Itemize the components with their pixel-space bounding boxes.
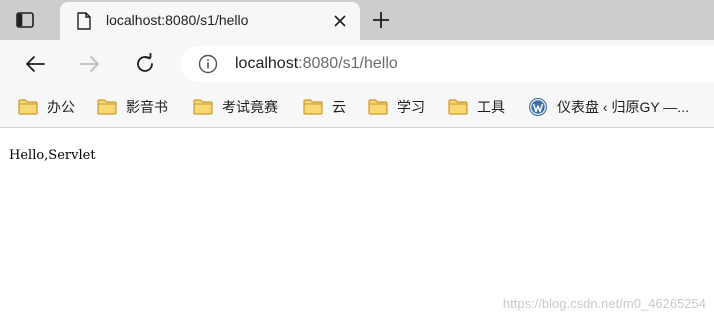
close-tab-icon[interactable] [332, 13, 348, 29]
bookmark-label: 学习 [397, 99, 425, 115]
bookmark-label: 云 [332, 99, 346, 115]
bookmark-label: 影音书 [126, 99, 168, 115]
url-path: :8080/s1/hello [298, 55, 398, 72]
bookmark-folder-study[interactable]: 学习 [368, 96, 425, 118]
navigation-toolbar: localhost:8080/s1/hello [0, 40, 714, 88]
bookmark-label: 办公 [47, 99, 75, 115]
bookmark-folder-exams[interactable]: 考试竟赛 [193, 96, 278, 118]
bookmark-dashboard[interactable]: 仪表盘 ‹ 归原GY —... [528, 96, 689, 118]
watermark-text: https://blog.csdn.net/m0_46265254 [502, 296, 706, 311]
folder-icon [18, 99, 38, 115]
folder-icon [303, 99, 323, 115]
tab-title: localhost:8080/s1/hello [106, 12, 249, 28]
folder-icon [193, 99, 213, 115]
bookmark-folder-tools[interactable]: 工具 [448, 96, 505, 118]
forward-icon[interactable] [77, 51, 103, 77]
bookmark-folder-cloud[interactable]: 云 [303, 96, 346, 118]
bookmark-folder-office[interactable]: 办公 [18, 96, 75, 118]
bookmark-label: 仪表盘 ‹ 归原GY —... [557, 99, 689, 115]
refresh-icon[interactable] [132, 51, 158, 77]
tab-strip: localhost:8080/s1/hello [0, 0, 714, 40]
bookmarks-bar: 办公 影音书 考试竟赛 云 学习 工具 仪表盘 ‹ 归原GY —... [0, 88, 714, 128]
page-content: Hello,Servlet https://blog.csdn.net/m0_4… [0, 129, 714, 321]
bookmark-label: 工具 [477, 99, 505, 115]
wordpress-icon [528, 97, 548, 117]
info-icon[interactable] [198, 54, 218, 74]
page-icon [76, 12, 92, 30]
folder-icon [368, 99, 388, 115]
url-text[interactable]: localhost:8080/s1/hello [235, 55, 398, 73]
address-bar[interactable]: localhost:8080/s1/hello [180, 46, 714, 82]
active-tab[interactable]: localhost:8080/s1/hello [60, 2, 360, 40]
bookmark-folder-media[interactable]: 影音书 [97, 96, 168, 118]
back-icon[interactable] [22, 51, 48, 77]
tab-actions-icon[interactable] [14, 9, 36, 31]
bookmark-label: 考试竟赛 [222, 99, 278, 115]
page-body-text: Hello,Servlet [9, 148, 96, 163]
new-tab-icon[interactable] [370, 9, 392, 31]
folder-icon [97, 99, 117, 115]
url-host: localhost [235, 55, 299, 72]
folder-icon [448, 99, 468, 115]
